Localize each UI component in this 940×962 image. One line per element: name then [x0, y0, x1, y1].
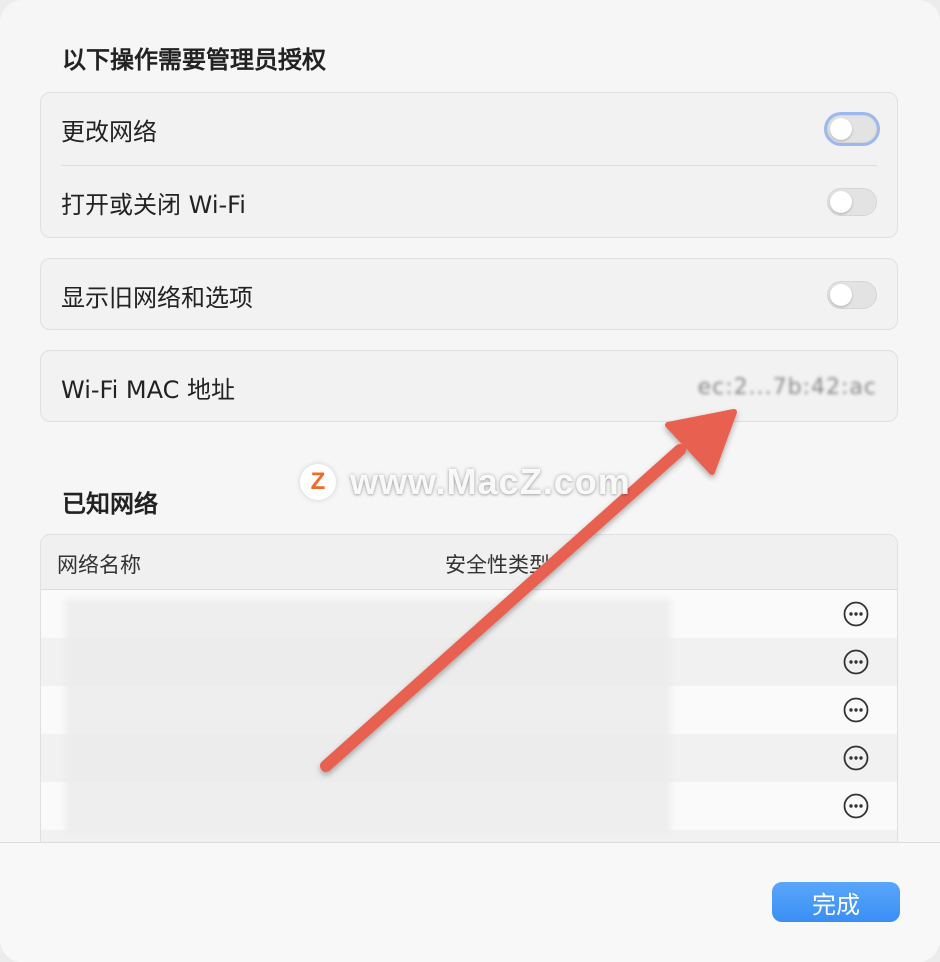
column-header-security[interactable]: 安全性类型 [445, 549, 550, 579]
mac-group: Wi-Fi MAC 地址 ec:2...7b:42:ac [40, 350, 898, 422]
done-button[interactable]: 完成 [772, 882, 900, 922]
more-options-icon[interactable] [843, 793, 869, 819]
legacy-group: 显示旧网络和选项 [40, 258, 898, 330]
change-network-label: 更改网络 [61, 117, 157, 146]
admin-group: 更改网络 打开或关闭 Wi-Fi [40, 92, 898, 238]
admin-section-title: 以下操作需要管理员授权 [62, 46, 326, 74]
known-networks-table: 网络名称 安全性类型 [40, 534, 898, 844]
wifi-power-label: 打开或关闭 Wi-Fi [61, 190, 246, 219]
more-options-icon[interactable] [843, 601, 869, 627]
toggle-knob [830, 118, 852, 140]
more-options-icon[interactable] [843, 649, 869, 675]
more-options-icon[interactable] [843, 697, 869, 723]
known-networks-title: 已知网络 [62, 490, 158, 518]
mac-address-row: Wi-Fi MAC 地址 ec:2...7b:42:ac [41, 351, 897, 423]
watermark-text: www.MacZ.com [350, 461, 631, 502]
change-network-row: 更改网络 [41, 93, 897, 165]
mac-address-label: Wi-Fi MAC 地址 [61, 375, 235, 404]
toggle-knob [830, 284, 852, 306]
change-network-toggle[interactable] [827, 115, 877, 143]
wifi-power-row: 打开或关闭 Wi-Fi [41, 166, 897, 238]
wifi-settings-dialog: 以下操作需要管理员授权 更改网络 打开或关闭 Wi-Fi 显示旧网络和选项 Wi… [0, 0, 940, 962]
more-options-icon[interactable] [843, 745, 869, 771]
watermark: Z www.MacZ.com [300, 461, 631, 502]
table-header: 网络名称 安全性类型 [41, 535, 897, 590]
mac-address-value: ec:2...7b:42:ac [697, 374, 877, 400]
redacted-network-names [65, 599, 671, 833]
wifi-power-toggle[interactable] [827, 188, 877, 216]
legacy-networks-row: 显示旧网络和选项 [41, 259, 897, 331]
legacy-networks-label: 显示旧网络和选项 [61, 283, 253, 312]
toggle-knob [830, 191, 852, 213]
watermark-logo: Z [300, 464, 336, 500]
column-header-name[interactable]: 网络名称 [57, 549, 141, 579]
legacy-networks-toggle[interactable] [827, 281, 877, 309]
